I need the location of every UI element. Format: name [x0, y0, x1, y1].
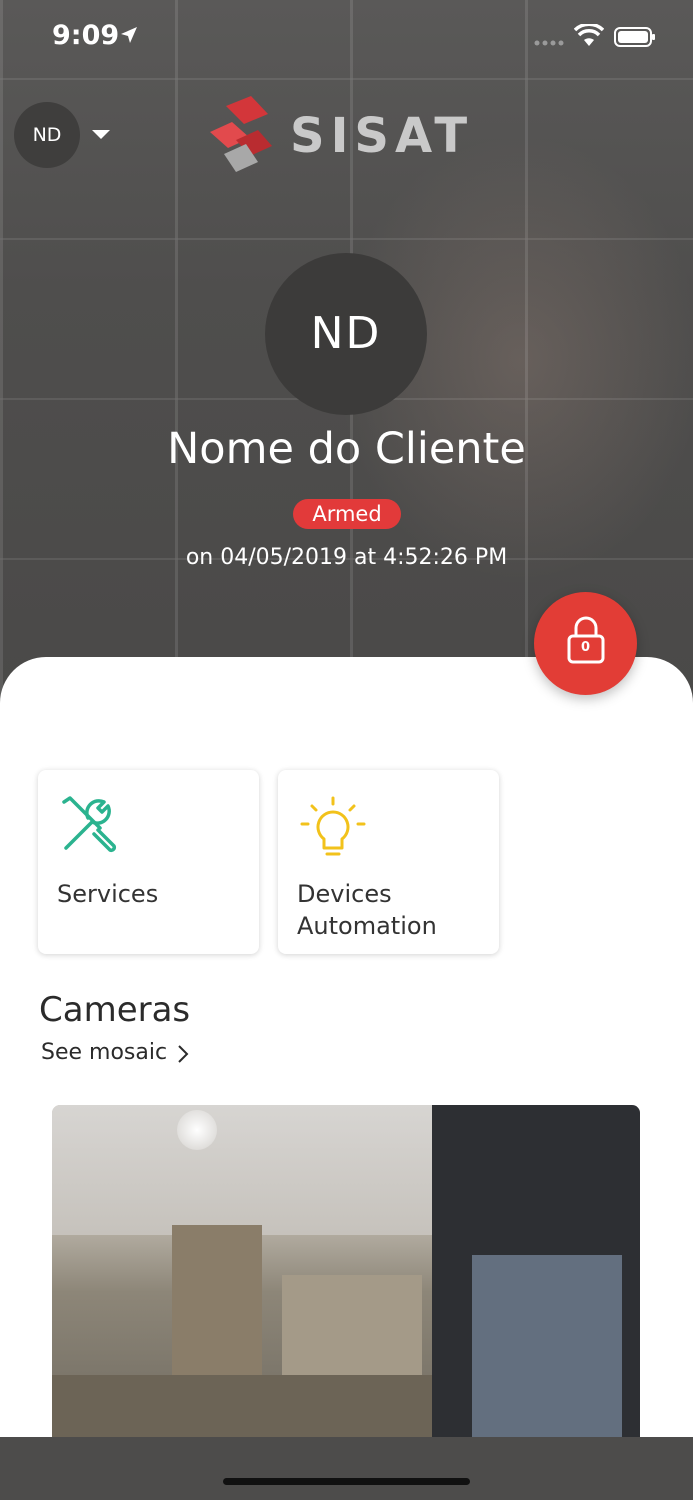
camera-image-floor — [52, 1375, 432, 1445]
chevron-right-icon[interactable] — [176, 1044, 190, 1064]
status-timestamp: on 04/05/2019 at 4:52:26 PM — [185, 545, 508, 570]
lock-count: 0 — [580, 640, 591, 655]
see-mosaic-link[interactable]: See mosaic — [41, 1040, 167, 1065]
devices-automation-label: Devices Automation — [297, 880, 437, 940]
account-avatar[interactable]: ND — [14, 102, 80, 168]
devices-automation-card[interactable]: Devices Automation — [278, 770, 499, 954]
services-label: Services — [57, 880, 159, 908]
profile-avatar: ND — [265, 253, 427, 415]
camera-image-light — [177, 1110, 217, 1150]
account-dropdown-icon[interactable] — [92, 130, 110, 139]
bottom-bar — [0, 1437, 693, 1500]
brand-name: SISAT — [290, 108, 474, 164]
cellular-signal-icon — [534, 40, 564, 46]
camera-preview[interactable] — [52, 1105, 640, 1445]
lock-button[interactable]: 0 — [534, 592, 637, 695]
home-indicator[interactable] — [223, 1478, 470, 1485]
services-card[interactable]: Services — [38, 770, 259, 954]
location-arrow-icon — [121, 27, 137, 43]
camera-image-window — [472, 1255, 622, 1445]
cameras-title: Cameras — [39, 990, 191, 1030]
tools-icon — [62, 796, 117, 853]
lightbulb-icon — [300, 796, 366, 856]
battery-icon — [614, 27, 655, 47]
brand-logo-icon — [210, 96, 272, 172]
client-name: Nome do Cliente — [167, 424, 526, 474]
status-badge: Armed — [293, 499, 401, 529]
lock-icon — [567, 616, 605, 664]
status-time: 9:09 — [52, 20, 120, 51]
wifi-icon — [574, 24, 604, 46]
status-bar: 9:09 — [0, 0, 693, 80]
